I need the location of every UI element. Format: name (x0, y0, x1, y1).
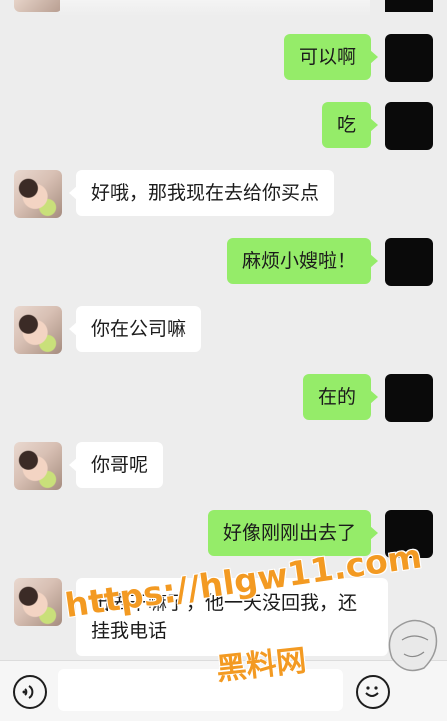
message-bubble-partial (60, 0, 370, 16)
watermark-sketch (388, 619, 438, 672)
message-bubble-other[interactable]: 你哥呢 (68, 442, 164, 488)
emoji-icon[interactable] (356, 675, 390, 709)
message-row: 你哥呢 (0, 442, 447, 490)
avatar[interactable] (14, 170, 62, 218)
message-bubble-self[interactable]: 麻烦小嫂啦！ (226, 238, 379, 284)
message-bubble-self[interactable]: 可以啊 (283, 34, 379, 80)
message-bubble-self[interactable]: 在的 (302, 374, 379, 420)
avatar[interactable] (14, 306, 62, 354)
avatar (385, 0, 433, 12)
avatar[interactable] (14, 442, 62, 490)
message-row: 好哦，那我现在去给你买点 (0, 170, 447, 218)
avatar[interactable] (385, 102, 433, 150)
message-bubble-self[interactable]: 吃 (321, 102, 379, 148)
avatar[interactable] (385, 34, 433, 82)
watermark-brand: 黑料网 (214, 643, 308, 688)
message-row: 在的 (0, 374, 447, 422)
avatar[interactable] (385, 238, 433, 286)
avatar (14, 0, 62, 12)
avatar[interactable] (385, 374, 433, 422)
avatar[interactable] (14, 578, 62, 626)
message-row: 麻烦小嫂啦！ (0, 238, 447, 286)
voice-icon[interactable] (13, 675, 47, 709)
message-bubble-other[interactable]: 你在公司嘛 (68, 306, 202, 352)
message-row: 可以啊 (0, 34, 447, 82)
message-bubble-other[interactable]: 好哦，那我现在去给你买点 (68, 170, 335, 216)
message-row: 你在公司嘛 (0, 306, 447, 354)
message-row: 吃 (0, 102, 447, 150)
